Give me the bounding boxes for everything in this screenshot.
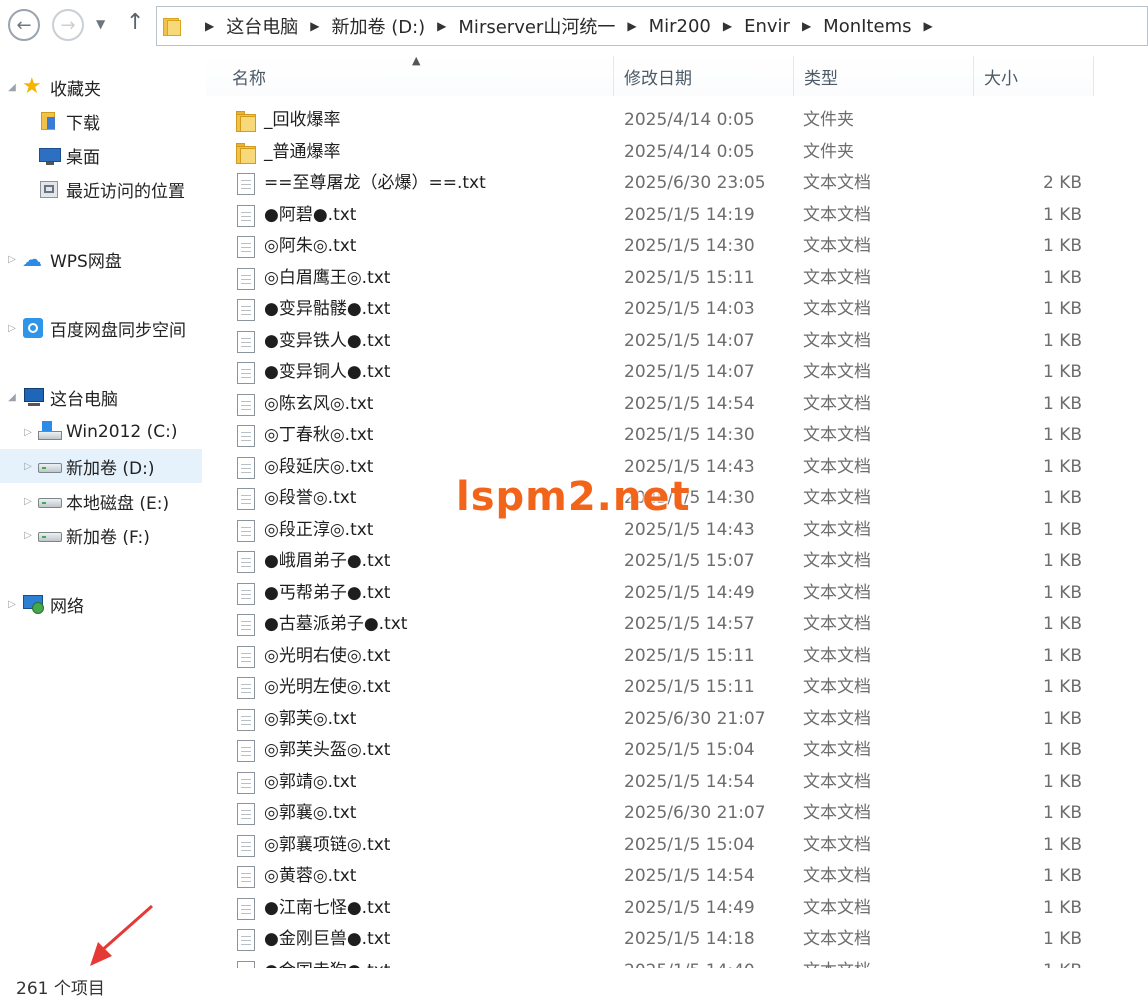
annotation-arrow-shaft bbox=[99, 904, 153, 954]
annotation-arrow-overlay bbox=[90, 904, 153, 966]
